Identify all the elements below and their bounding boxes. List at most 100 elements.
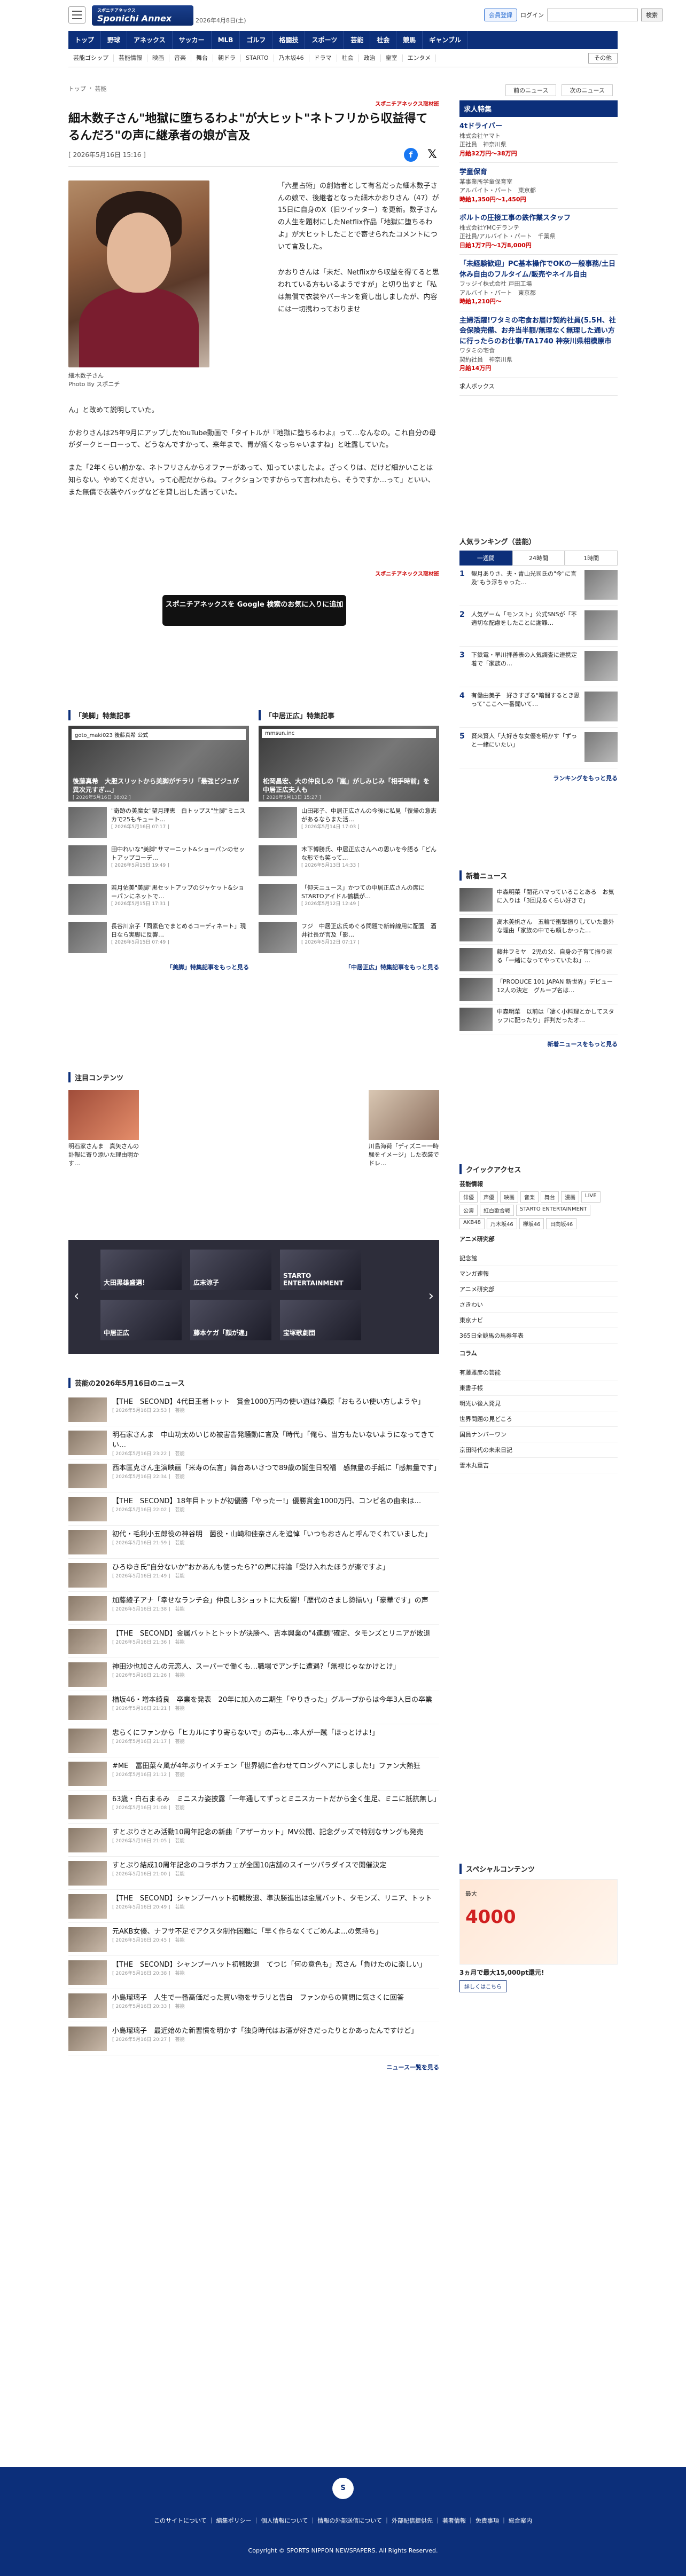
- latest-item[interactable]: 「PRODUCE 101 JAPAN 新世界」デビュー12人の決定 グループ名は…: [459, 975, 618, 1004]
- feature-row[interactable]: 若月佑美"美脚"黒セットアップのジャケット&ショーパンにネットで…[ 2026年…: [68, 884, 249, 917]
- chevron-right-icon[interactable]: ›: [428, 1288, 434, 1304]
- news-item[interactable]: 【THE SECOND】4代目王者トット 賞金1000万円の使い道は?桑原「おも…: [68, 1393, 439, 1426]
- special-detail-button[interactable]: 詳しくはこちら: [459, 1980, 506, 1992]
- column-link[interactable]: 有藤雅彦の芸能: [459, 1365, 618, 1380]
- ranking-more-link[interactable]: ランキングをもっと見る: [459, 774, 618, 782]
- snav-item[interactable]: 芸能ゴシップ: [68, 54, 114, 62]
- member-register-button[interactable]: 会員登録: [484, 9, 517, 21]
- news-item[interactable]: 楢坂46・増本綺良 卒業を発表 20年に加入の二期生「やりきった」グループからは…: [68, 1691, 439, 1724]
- quick-tag[interactable]: 欅坂46: [519, 1218, 544, 1229]
- job-item[interactable]: 4tドライバー 株式会社ヤマト 正社員 神奈川県 月給32万円〜38万円: [459, 117, 618, 163]
- gnav-item[interactable]: ギャンブル: [423, 31, 468, 49]
- x-icon[interactable]: 𝕏: [425, 148, 439, 162]
- tab-week[interactable]: 一週間: [459, 551, 512, 566]
- news-item[interactable]: 神田沙也加さんの元恋人、スーパーで働くも…職場でアンチに遭遇?「無視じゃなかけと…: [68, 1658, 439, 1691]
- ranking-item[interactable]: 1 観月ありさ、夫・青山光司氏の"今"に言及"もう浮ちゃった…: [459, 566, 618, 606]
- latest-item[interactable]: 高木美帆さん 五輪で衝撃振りしていた意外な理由「家族の中でも頼しかった…: [459, 915, 618, 945]
- snav-item[interactable]: 音楽: [169, 54, 191, 62]
- gnav-item[interactable]: 社会: [370, 31, 397, 49]
- news-item[interactable]: 西本匡克さん主演映画「米寿の伝言」舞台あいさつで89歳の誕生日祝福 感無量の手紙…: [68, 1459, 441, 1493]
- column-link[interactable]: 世界問題の見どころ: [459, 1411, 618, 1427]
- carousel-item[interactable]: 広末涼子: [190, 1250, 271, 1290]
- search-input[interactable]: [547, 9, 638, 21]
- news-item[interactable]: 【THE SECOND】金属バットとトットが決勝へ、吉本興業の"4連覇"確定、タ…: [68, 1625, 439, 1658]
- chevron-left-icon[interactable]: ‹: [74, 1288, 79, 1304]
- carousel-item[interactable]: STARTO ENTERTAINMENT: [280, 1250, 361, 1290]
- latest-item[interactable]: 藤井フミヤ 2児の父、自身の子育て振り返る「一緒になってやっていたね」…: [459, 945, 618, 975]
- gnav-item[interactable]: トップ: [68, 31, 102, 49]
- feature-hero[interactable]: mmsun.inc 松岡昌宏、大の仲良しの「嵐」がしみじみ「相手時前」を中居正広…: [259, 726, 439, 802]
- breadcrumb-item[interactable]: 芸能: [95, 84, 106, 93]
- carousel-item[interactable]: 中居正広: [100, 1300, 182, 1340]
- snav-more-dropdown[interactable]: その他: [588, 52, 618, 64]
- feature-hero[interactable]: goto_maki023 後藤真希 公式 後藤真希 大胆スリットから美脚がチラリ…: [68, 726, 249, 802]
- tab-24h[interactable]: 24時間: [512, 551, 565, 566]
- collection-link[interactable]: 365日全競馬の馬券年表: [459, 1328, 618, 1344]
- job-item[interactable]: 学童保育 某事業所学童保育室 アルバイト・パート 東京都 時給1,350円〜1,450…: [459, 163, 618, 209]
- quick-tag[interactable]: 日向坂46: [546, 1218, 577, 1229]
- feature-row[interactable]: フジ 中居正広氏めぐる問題で新幹線用に配置 酒井社長が言及「影…[ 2026年5…: [259, 922, 439, 955]
- snav-item[interactable]: 舞台: [191, 54, 213, 62]
- feature-row[interactable]: 「仰天ニュース」かつての中居正広さんの席にSTARTOアイドル鶴橋が…[ 202…: [259, 884, 439, 917]
- gnav-item[interactable]: 格闘技: [272, 31, 306, 49]
- news-item[interactable]: 小島瑠璃子 人生で一番高価だった買い物をサラリと告白 ファンからの質問に気さくに…: [68, 1989, 439, 2022]
- job-item[interactable]: 「未経験歓迎」PC基本操作でOKの一般事務/土日休み自由のフルタイム/販売やネイ…: [459, 255, 618, 311]
- feature-more-link[interactable]: 「中居正広」特集記事をもっと見る: [259, 963, 439, 971]
- collection-link[interactable]: 東京ナビ: [459, 1313, 618, 1328]
- snav-item[interactable]: 映画: [147, 54, 169, 62]
- feature-row[interactable]: 田中れいな"美脚"サマーニット&ショーパンのセットアップコーデ…[ 2026年5…: [68, 845, 249, 878]
- snav-item[interactable]: 社会: [337, 54, 359, 62]
- carousel-item[interactable]: 大田黒雄盛選！: [100, 1250, 182, 1290]
- news-item[interactable]: 小島瑠璃子 最近始めた新習慣を明かす「独身時代はお酒が好きだったりとかあったんで…: [68, 2022, 439, 2055]
- snav-item[interactable]: STARTO: [241, 54, 274, 62]
- ranking-item[interactable]: 4 有働由美子 好きすぎる"暗闘するとき思って"ここへ一番聞いて…: [459, 687, 618, 728]
- column-link[interactable]: 明光い後人発見: [459, 1396, 618, 1411]
- footer-logo[interactable]: S: [332, 2478, 354, 2499]
- feature-more-link[interactable]: 「美脚」特集記事をもっと見る: [68, 963, 249, 971]
- quick-tag[interactable]: 紅白歌合戦: [480, 1205, 514, 1216]
- gnav-item[interactable]: 野球: [101, 31, 128, 49]
- news-item[interactable]: すとぷり結成10周年記念のコラボカフェが全国10店舗のスイーツパラダイスで開催決…: [68, 1857, 439, 1890]
- login-link[interactable]: ログイン: [520, 11, 544, 19]
- attention-item[interactable]: 川島海荷「ディズニー一時騒をイメージ」した衣装でドレ…: [369, 1090, 439, 1168]
- quick-tag[interactable]: 映画: [500, 1191, 518, 1203]
- quick-tag[interactable]: LIVE: [581, 1191, 601, 1203]
- quick-tag[interactable]: 音楽: [520, 1191, 539, 1203]
- search-button[interactable]: 検索: [641, 9, 662, 21]
- latest-item[interactable]: 中森明菜 以前は「凄く小料理とかしてスタッフに配ったり」評判だったオ…: [459, 1004, 618, 1034]
- column-link[interactable]: 東書手帳: [459, 1380, 618, 1396]
- collection-link[interactable]: さきわい: [459, 1297, 618, 1313]
- news-item[interactable]: #ME 冨田菜々風が4年ぶりイメチェン「世界観に合わせてロングヘアにしました!」…: [68, 1757, 439, 1790]
- news-item[interactable]: 元AKB女優、ナフサ不足でアクスタ制作困難に「早く作らなくてごめんよ…の気持ち」…: [68, 1923, 439, 1956]
- special-ad-banner[interactable]: 最大 4000: [459, 1879, 618, 1965]
- gnav-item[interactable]: サッカー: [173, 31, 212, 49]
- ranking-item[interactable]: 3 下鉄電・早川拝善表の人気調査に連携定着で「家族の…: [459, 647, 618, 687]
- carousel-item[interactable]: 藤本ケガ「顔が違」: [190, 1300, 271, 1340]
- quick-tag[interactable]: 乃木坂46: [486, 1218, 517, 1229]
- news-item[interactable]: 63歳・白石まるみ ミニスカ姿披露「一年通してずっとミニスカートだから全く生足、…: [68, 1790, 440, 1824]
- footer-links[interactable]: このサイトについて ｜ 編集ポリシー ｜ 個人情報について ｜ 情報の外部送信に…: [0, 2516, 686, 2525]
- feature-row[interactable]: 木下博勝氏、中居正広さんへの思いを今語る「どんな形でも笑って…[ 2026年5月…: [259, 845, 439, 878]
- gnav-item[interactable]: アネックス: [127, 31, 173, 49]
- gnav-item[interactable]: ゴルフ: [240, 31, 273, 49]
- snav-item[interactable]: 政治: [359, 54, 381, 62]
- column-link[interactable]: 国員ナンバーワン: [459, 1427, 618, 1442]
- job-item[interactable]: ボルトの圧接工事の鉄作業スタッフ 株式会社YMCデランテ 正社員/アルバイト・パート…: [459, 209, 618, 255]
- news-item[interactable]: 忠らくにファンから「ヒカルにすり寄らないで」の声も…本人が一蹴「ほっとけよ!」 […: [68, 1724, 439, 1757]
- snav-item[interactable]: 朝ドラ: [213, 54, 241, 62]
- news-item[interactable]: 【THE SECOND】シャンプーハット初戦敗退 てつじ「何の意色も」恋さん「負…: [68, 1956, 439, 1989]
- menu-button[interactable]: [68, 6, 85, 23]
- breadcrumb-item[interactable]: トップ: [68, 84, 86, 93]
- news-item[interactable]: 初代・毛利小五郎役の神谷明 菌役・山崎和佳奈さんを追悼「いつもおさんと呼んでくれ…: [68, 1526, 439, 1559]
- news-item[interactable]: 明石家さんま 中山功太めいじめ被害告発騒動に言及「時代」「俺ら、当方もたいないよ…: [68, 1426, 439, 1459]
- snav-item[interactable]: ドラマ: [309, 54, 337, 62]
- google-favorite-button[interactable]: スポニチアネックスを Google 検索のお気に入りに追加: [162, 594, 346, 626]
- ranking-item[interactable]: 2 人気ゲーム「モンスト」公式SNSが「不適切な配慮をしたことに謝罪…: [459, 606, 618, 647]
- facebook-icon[interactable]: f: [404, 147, 418, 162]
- tab-1h[interactable]: 1時間: [565, 551, 618, 566]
- quick-tag[interactable]: 公演: [459, 1205, 478, 1216]
- latest-more-link[interactable]: 新着ニュースをもっと見る: [459, 1040, 618, 1048]
- gnav-item[interactable]: MLB: [212, 31, 240, 49]
- latest-item[interactable]: 中森明菜「開花ハマっていることある お気に入りは「3回見るくらい好きで」: [459, 885, 618, 915]
- gnav-item[interactable]: スポーツ: [305, 31, 345, 49]
